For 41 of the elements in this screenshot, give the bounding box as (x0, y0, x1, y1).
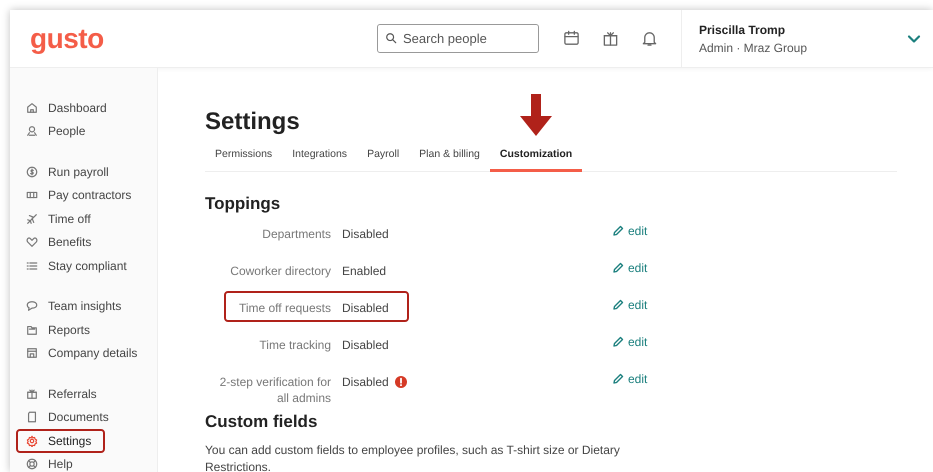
setting-value: Disabled (342, 300, 389, 316)
nav-item[interactable]: Settings (16, 429, 106, 452)
setting-value: Disabled (342, 337, 389, 353)
setting-label: 2-step verification for all admins (218, 374, 331, 406)
nav-item[interactable]: Company details (16, 342, 146, 365)
edit-link[interactable]: edit (612, 223, 648, 239)
setting-label: Time off requests (238, 300, 331, 316)
nav-item[interactable]: Referrals (16, 382, 105, 406)
nav-item[interactable]: Help (16, 452, 81, 472)
nav-item[interactable]: Run payroll (16, 160, 117, 184)
setting-value: Enabled (342, 263, 386, 279)
nav-item[interactable]: Stay compliant (16, 254, 135, 278)
tab[interactable]: Integrations (282, 148, 358, 172)
nav-item[interactable]: Reports (16, 318, 98, 342)
edit-link[interactable]: edit (612, 371, 648, 387)
user-name: Priscilla Tromp (699, 22, 786, 36)
nav-item[interactable]: Pay contractors (16, 184, 140, 207)
edit-link[interactable]: edit (612, 260, 648, 276)
section-heading: Custom fields (205, 412, 318, 432)
nav-item[interactable]: People (16, 120, 94, 143)
description-text: You can add custom fields to employee profiles, such as T-shirt size or Dietary Restrictions. (205, 442, 621, 472)
nav-item[interactable]: Team insights (16, 294, 130, 318)
tab[interactable]: Payroll (357, 148, 410, 172)
setting-value: Disabled (342, 374, 389, 390)
edit-link[interactable]: edit (612, 334, 648, 350)
setting-label: Time tracking (258, 337, 331, 353)
tab[interactable]: Plan & billing (409, 148, 490, 172)
user-role: Admin · Mraz Group (699, 40, 808, 54)
search-field[interactable]: Search people (377, 24, 539, 53)
setting-value: Disabled (342, 226, 389, 242)
tab[interactable]: Customization (490, 148, 582, 172)
edit-link[interactable]: edit (612, 297, 648, 313)
nav-item[interactable]: Dashboard (16, 96, 115, 120)
setting-label: Departments (261, 226, 331, 242)
page-title: Settings (205, 108, 301, 136)
nav-item[interactable]: Benefits (16, 230, 100, 254)
section-heading: Toppings (205, 194, 282, 214)
tab[interactable]: Permissions (205, 148, 282, 172)
nav-item[interactable]: Time off (16, 207, 99, 230)
nav-item[interactable]: Documents (16, 406, 117, 429)
setting-label: Coworker directory (229, 263, 331, 279)
